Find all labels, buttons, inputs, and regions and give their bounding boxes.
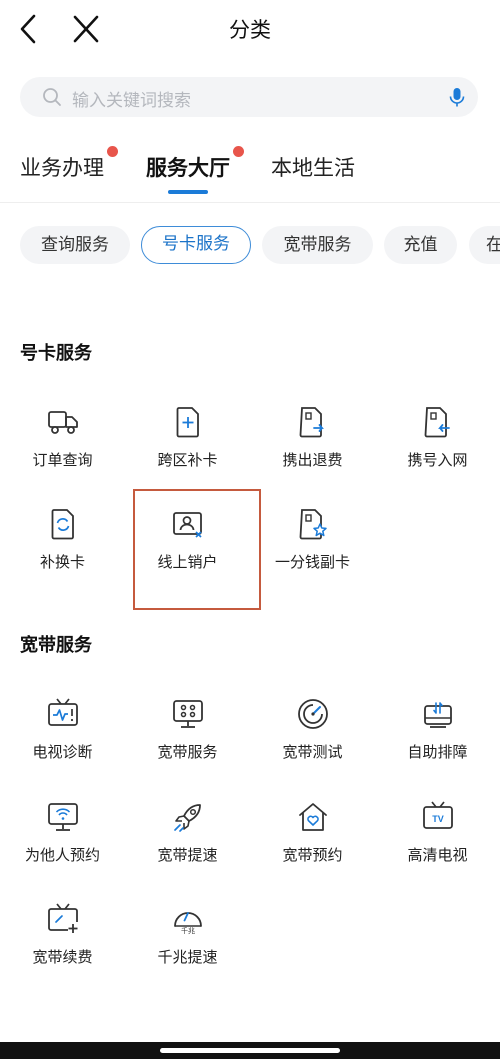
tab-label: 业务办理 xyxy=(20,156,104,180)
sim-refresh-icon xyxy=(51,509,74,540)
grid-item-label: 为他人预约 xyxy=(24,846,100,864)
grid-item-label: 宽带续费 xyxy=(32,948,93,966)
section-title-broadband: 宽带服务 xyxy=(20,635,92,656)
home-indicator-bar xyxy=(0,1042,500,1059)
router-icon xyxy=(173,700,203,728)
grid-item-label: 订单查询 xyxy=(32,451,93,469)
grid-item-label: 自助排障 xyxy=(407,743,468,761)
search-input[interactable]: 输入关键词搜索 xyxy=(72,86,191,111)
sim-export-icon xyxy=(299,407,324,438)
home-indicator[interactable] xyxy=(160,1048,340,1053)
top-nav: 分类 xyxy=(0,0,500,58)
chip-label: 查询服务 xyxy=(41,235,109,255)
wifi-monitor-icon xyxy=(48,803,78,831)
grid-item-label: 一分钱副卡 xyxy=(274,553,350,571)
grid-item-gigabit-speedup[interactable]: 千兆 千兆提速 xyxy=(125,902,250,1002)
grid-item-broadband-booking[interactable]: 宽带预约 xyxy=(250,800,375,900)
grid-item-one-cent-sub-card[interactable]: 一分钱副卡 xyxy=(250,507,375,607)
search-bar[interactable]: 输入关键词搜索 xyxy=(20,77,478,117)
grid-item-broadband-renewal[interactable]: 宽带续费 xyxy=(0,902,125,1002)
tab-business[interactable]: 业务办理 xyxy=(20,146,118,182)
gauge-icon: 千兆 xyxy=(174,912,202,935)
sim-star-icon xyxy=(299,509,327,540)
grid-item-label: 宽带预约 xyxy=(282,846,343,864)
grid-item-broadband-speedup[interactable]: 宽带提速 xyxy=(125,800,250,900)
chip-label: 充值 xyxy=(403,235,438,255)
chip-recharge[interactable]: 充值 xyxy=(384,226,457,264)
section-title-number-card: 号卡服务 xyxy=(20,343,92,364)
page-title: 分类 xyxy=(229,18,271,42)
chip-label: 在 xyxy=(486,235,500,255)
grid-item-book-for-others[interactable]: 为他人预约 xyxy=(0,800,125,900)
grid-item-label: 携号入网 xyxy=(407,451,468,469)
grid-item-replace-card[interactable]: 补换卡 xyxy=(0,507,125,607)
grid-item-label: 宽带测试 xyxy=(282,743,343,761)
grid-item-label: 千兆提速 xyxy=(157,948,218,966)
grid-item-order-query[interactable]: 订单查询 xyxy=(0,405,125,505)
chip-more[interactable]: 在 xyxy=(469,226,500,264)
modem-icon xyxy=(424,702,452,728)
speed-test-icon xyxy=(298,699,328,729)
sim-import-icon xyxy=(424,407,450,438)
grid-item-label: 跨区补卡 xyxy=(157,451,218,469)
tv-icon: TV xyxy=(423,801,453,829)
grid-item-port-in[interactable]: 携号入网 xyxy=(375,405,500,505)
grid-item-label: 宽带服务 xyxy=(157,743,218,761)
microphone-icon[interactable] xyxy=(446,86,468,108)
notification-badge xyxy=(107,146,118,157)
chip-query-service[interactable]: 查询服务 xyxy=(20,226,130,264)
tab-service-hall[interactable]: 服务大厅 xyxy=(146,146,244,194)
grid-item-label: 高清电视 xyxy=(407,846,468,864)
truck-icon xyxy=(48,411,78,434)
tv-plus-icon xyxy=(48,903,78,933)
tab-label: 服务大厅 xyxy=(146,156,230,180)
grid-item-tv-diagnosis[interactable]: 电视诊断 xyxy=(0,697,125,797)
category-tabs: 业务办理 服务大厅 本地生活 xyxy=(0,146,500,198)
chip-label: 宽带服务 xyxy=(283,235,352,255)
active-tab-indicator xyxy=(168,190,208,194)
divider xyxy=(0,202,500,203)
grid-item-label: 携出退费 xyxy=(282,451,343,469)
notification-badge xyxy=(233,146,244,157)
grid-item-broadband-test[interactable]: 宽带测试 xyxy=(250,697,375,797)
sim-plus-icon xyxy=(176,407,199,438)
chip-number-card-service[interactable]: 号卡服务 xyxy=(141,226,251,264)
search-icon xyxy=(43,88,61,106)
home-heart-icon xyxy=(299,803,327,831)
grid-item-label: 补换卡 xyxy=(39,553,85,571)
grid-item-hd-tv[interactable]: TV 高清电视 xyxy=(375,800,500,900)
tv-text: TV xyxy=(432,814,444,824)
highlight-box xyxy=(133,489,261,610)
grid-item-label: 电视诊断 xyxy=(32,743,93,761)
rocket-icon xyxy=(174,804,201,832)
service-chips: 查询服务 号卡服务 宽带服务 充值 在 xyxy=(0,226,500,266)
grid-item-port-out-refund[interactable]: 携出退费 xyxy=(250,405,375,505)
chip-label: 号卡服务 xyxy=(162,234,230,254)
grid-item-self-troubleshoot[interactable]: 自助排障 xyxy=(375,697,500,797)
tab-local-life[interactable]: 本地生活 xyxy=(271,152,355,182)
grid-item-broadband-service[interactable]: 宽带服务 xyxy=(125,697,250,797)
tv-pulse-icon xyxy=(48,698,78,726)
tab-label: 本地生活 xyxy=(271,156,355,180)
grid-item-label: 宽带提速 xyxy=(157,846,218,864)
gauge-text: 千兆 xyxy=(181,926,195,935)
chip-broadband-service[interactable]: 宽带服务 xyxy=(262,226,373,264)
